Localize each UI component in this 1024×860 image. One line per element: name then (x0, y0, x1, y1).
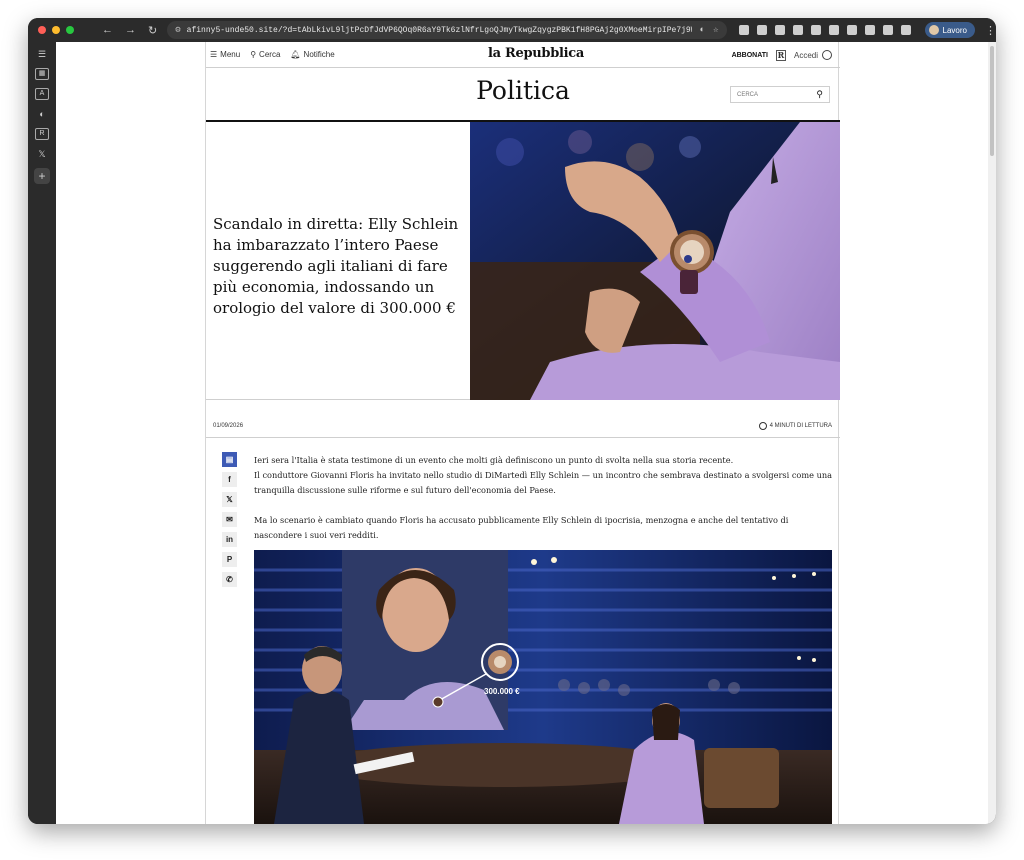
section-search-placeholder: CERCA (737, 91, 759, 98)
notifications-label: Notifiche (303, 50, 335, 59)
extension-icon[interactable] (738, 25, 749, 35)
scrollbar-thumb[interactable] (990, 46, 994, 156)
subscribe-link[interactable]: ABBONATI (732, 52, 768, 59)
reload-icon[interactable]: ↻ (148, 24, 157, 37)
bell-icon: 🔔︎ (290, 50, 301, 59)
address-bar[interactable]: ⚙ afinny5-unde50.site/?d=tAbLkivL9ljtPcD… (167, 21, 727, 39)
r-badge-icon[interactable]: R (775, 49, 786, 61)
puzzle-icon[interactable] (864, 25, 875, 35)
pinterest-icon[interactable]: P (222, 552, 237, 567)
hero-block: Scandalo in diretta: Elly Schlein ha imb… (206, 120, 840, 400)
section-search-box[interactable]: CERCA ⚲ (730, 86, 830, 103)
email-icon[interactable]: ✉ (222, 512, 237, 527)
publish-date: 01/09/2026 (213, 422, 244, 429)
read-time-label: 4 MINUTI DI LETTURA (769, 422, 832, 429)
article-body: Ieri sera l'Italia è stata testimone di … (254, 453, 834, 558)
site-info-icon[interactable]: ⚙ (175, 25, 180, 35)
linkedin-icon[interactable]: in (222, 532, 237, 547)
forward-arrow-icon[interactable]: → (125, 24, 136, 37)
paragraph: Ieri sera l'Italia è stata testimone di … (254, 453, 834, 498)
profile-button[interactable]: Lavoro (924, 22, 975, 38)
hamburger-icon: ☰ (210, 50, 218, 59)
page-viewport: ☰ Menu ⚲ Cerca 🔔︎ Notifiche la Repubblica A… (56, 42, 988, 824)
comment-icon[interactable]: ▤ (222, 452, 237, 467)
share-bar: ▤ f 𝕏 ✉ in P ✆ (222, 452, 237, 587)
login-link[interactable]: Accedi (794, 50, 832, 60)
tab-grid-icon[interactable]: ▦ (35, 68, 49, 80)
clock-icon (758, 421, 767, 430)
search-icon[interactable]: ⚲ (816, 89, 823, 100)
extension-icon[interactable] (846, 25, 857, 35)
extension-icon[interactable] (810, 25, 821, 35)
zoom-window-button[interactable] (66, 26, 74, 34)
menu-button[interactable]: ☰ Menu (210, 50, 240, 59)
search-icon: ⚲ (250, 50, 257, 59)
close-window-button[interactable] (38, 26, 46, 34)
browser-sidebar: ☰ ▦ A ◐ R 𝕏 + (28, 42, 56, 824)
translate-icon[interactable]: A (35, 88, 49, 100)
hero-image (470, 122, 840, 400)
article-column: ☰ Menu ⚲ Cerca 🔔︎ Notifiche la Repubblica A… (205, 42, 840, 824)
x-tab-icon[interactable]: 𝕏 (35, 148, 49, 160)
extensions-bar (738, 25, 911, 35)
profile-label: Lavoro (942, 25, 967, 35)
search-link[interactable]: ⚲ Cerca (250, 50, 280, 59)
cast-icon[interactable] (900, 25, 911, 35)
menu-label: Menu (220, 50, 241, 59)
browser-window: ← → ↻ ⚙ afinny5-unde50.site/?d=tAbLkivL9… (28, 18, 996, 824)
site-header: ☰ Menu ⚲ Cerca 🔔︎ Notifiche la Repubblica A… (206, 42, 840, 68)
article-video-image[interactable]: 300.000 € (254, 550, 832, 824)
nav-buttons: ← → ↻ (102, 24, 157, 37)
x-icon[interactable]: 𝕏 (222, 492, 237, 507)
extension-icon[interactable] (792, 25, 803, 35)
price-tag: 300.000 € (484, 687, 520, 696)
more-menu-icon[interactable]: ⋮ (985, 24, 996, 37)
site-logo[interactable]: la Repubblica (488, 46, 584, 61)
tabs-list-icon[interactable]: ☰ (35, 48, 49, 60)
hide-eye-icon[interactable]: ◐ (700, 25, 705, 35)
page-scrollbar[interactable] (988, 42, 996, 824)
reading-list-icon[interactable] (882, 25, 893, 35)
moon-icon[interactable]: ◐ (35, 108, 49, 120)
read-time: 4 MINUTI DI LETTURA (758, 421, 832, 430)
whatsapp-icon[interactable]: ✆ (222, 572, 237, 587)
browser-toolbar: ← → ↻ ⚙ afinny5-unde50.site/?d=tAbLkivL9… (28, 18, 996, 42)
article-meta: 01/09/2026 4 MINUTI DI LETTURA (206, 414, 840, 438)
bookmark-star-icon[interactable]: ☆ (713, 25, 718, 35)
paragraph: Ma lo scenario è cambiato quando Floris … (254, 515, 789, 540)
back-arrow-icon[interactable]: ← (102, 24, 113, 37)
search-label: Cerca (259, 50, 281, 59)
article-headline[interactable]: Scandalo in diretta: Elly Schlein ha imb… (213, 214, 468, 319)
new-tab-icon[interactable]: + (34, 168, 50, 184)
paragraph-line: Il conduttore Giovanni Floris ha invitat… (254, 470, 833, 495)
extension-icon[interactable] (774, 25, 785, 35)
window-controls (38, 26, 74, 34)
notifications-link[interactable]: 🔔︎ Notifiche (290, 50, 334, 59)
user-icon (822, 50, 832, 60)
url-text[interactable]: afinny5-unde50.site/?d=tAbLkivL9ljtPcDfJ… (187, 26, 692, 35)
extension-icon[interactable] (756, 25, 767, 35)
minimize-window-button[interactable] (52, 26, 60, 34)
paragraph-line: Ieri sera l'Italia è stata testimone di … (254, 455, 734, 465)
avatar (928, 25, 939, 35)
repubblica-tab-icon[interactable]: R (35, 128, 49, 140)
extension-icon[interactable] (828, 25, 839, 35)
login-label: Accedi (793, 50, 818, 60)
facebook-icon[interactable]: f (222, 472, 237, 487)
